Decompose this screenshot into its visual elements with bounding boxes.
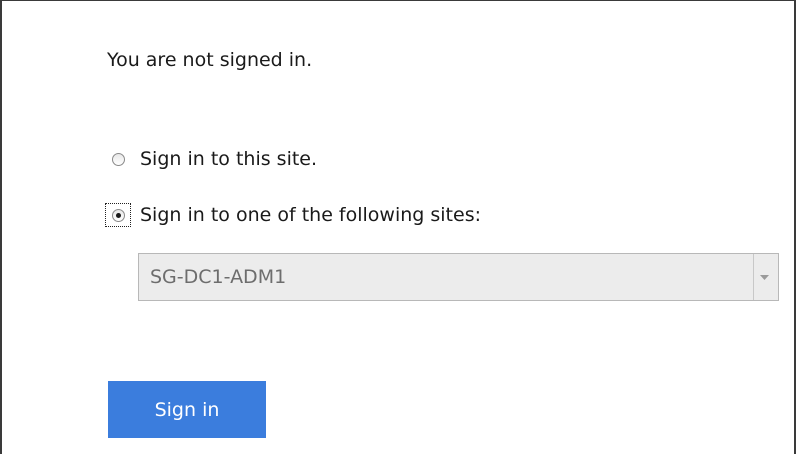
sign-in-status-text: You are not signed in. (107, 49, 313, 71)
radio-other-site-wrapper[interactable] (105, 203, 131, 227)
option-other-site-label[interactable]: Sign in to one of the following sites: (140, 204, 481, 226)
sign-in-panel: You are not signed in. Sign in to this s… (0, 0, 796, 454)
radio-this-site-wrapper[interactable] (106, 148, 130, 170)
option-sign-in-other-site[interactable]: Sign in to one of the following sites: (105, 202, 481, 228)
option-this-site-label[interactable]: Sign in to this site. (140, 148, 317, 170)
site-select-value: SG-DC1-ADM1 (150, 266, 287, 288)
chevron-down-icon[interactable] (753, 254, 774, 300)
option-sign-in-this-site[interactable]: Sign in to this site. (106, 146, 317, 172)
sign-in-button[interactable]: Sign in (108, 381, 266, 438)
site-select[interactable]: SG-DC1-ADM1 (138, 253, 779, 301)
radio-this-site[interactable] (111, 152, 125, 166)
radio-other-site[interactable] (111, 208, 125, 222)
